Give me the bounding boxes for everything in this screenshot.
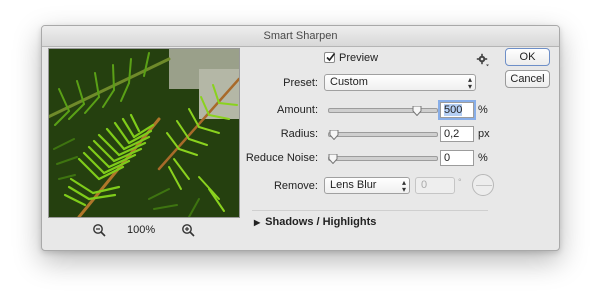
slider-thumb[interactable] — [329, 130, 339, 140]
amount-label: Amount: — [277, 104, 318, 116]
cancel-button[interactable]: Cancel — [505, 70, 550, 88]
preset-label: Preset: — [283, 77, 318, 89]
reduce-noise-unit: % — [478, 152, 488, 164]
disclosure-triangle-icon: ▶ — [254, 218, 261, 227]
dialog-title: Smart Sharpen — [42, 26, 559, 47]
ok-button[interactable]: OK — [505, 48, 550, 66]
amount-field[interactable]: 500 — [440, 102, 474, 118]
preview-checkbox[interactable] — [324, 52, 336, 63]
angle-field: 0 — [415, 177, 455, 194]
shadows-highlights-toggle[interactable]: ▶ Shadows / Highlights — [254, 216, 376, 228]
preset-select[interactable]: Custom ▴ ▾ — [324, 74, 476, 91]
amount-slider[interactable] — [328, 104, 438, 116]
fir-branches-image — [49, 49, 239, 217]
preset-value: Custom — [330, 76, 368, 88]
zoom-out-icon[interactable] — [92, 223, 106, 237]
amount-unit: % — [478, 104, 488, 116]
select-arrows-icon: ▴ ▾ — [467, 75, 472, 91]
section-divider — [252, 210, 488, 211]
preview-label: Preview — [339, 52, 379, 64]
radius-unit: px — [478, 128, 490, 140]
zoom-in-icon[interactable] — [181, 223, 195, 237]
radius-slider[interactable] — [328, 128, 438, 140]
reduce-noise-field[interactable]: 0 — [440, 150, 474, 166]
remove-select[interactable]: Lens Blur ▴ ▾ — [324, 177, 410, 194]
smart-sharpen-dialog: Smart Sharpen 100% Preview OK Cancel Pre… — [41, 25, 560, 251]
select-arrows-icon: ▴ ▾ — [401, 178, 406, 194]
slider-thumb[interactable] — [328, 154, 338, 164]
preview-image[interactable] — [48, 48, 240, 218]
reduce-noise-label: Reduce Noise: — [245, 152, 318, 164]
zoom-level: 100% — [127, 224, 156, 236]
remove-value: Lens Blur — [330, 179, 377, 191]
radius-label: Radius: — [280, 128, 318, 140]
angle-dial-icon — [472, 174, 494, 196]
radius-field[interactable]: 0,2 — [440, 126, 474, 142]
shadows-highlights-label: Shadows / Highlights — [265, 216, 377, 228]
angle-value: 0 — [421, 179, 428, 191]
slider-thumb[interactable] — [412, 106, 422, 116]
remove-label: Remove: — [273, 180, 318, 192]
gear-icon[interactable] — [476, 53, 490, 67]
reduce-noise-slider[interactable] — [328, 152, 438, 164]
zoom-controls: 100% — [92, 223, 202, 239]
slider-track — [328, 156, 438, 161]
angle-unit: ° — [458, 177, 462, 187]
slider-track — [328, 132, 438, 137]
